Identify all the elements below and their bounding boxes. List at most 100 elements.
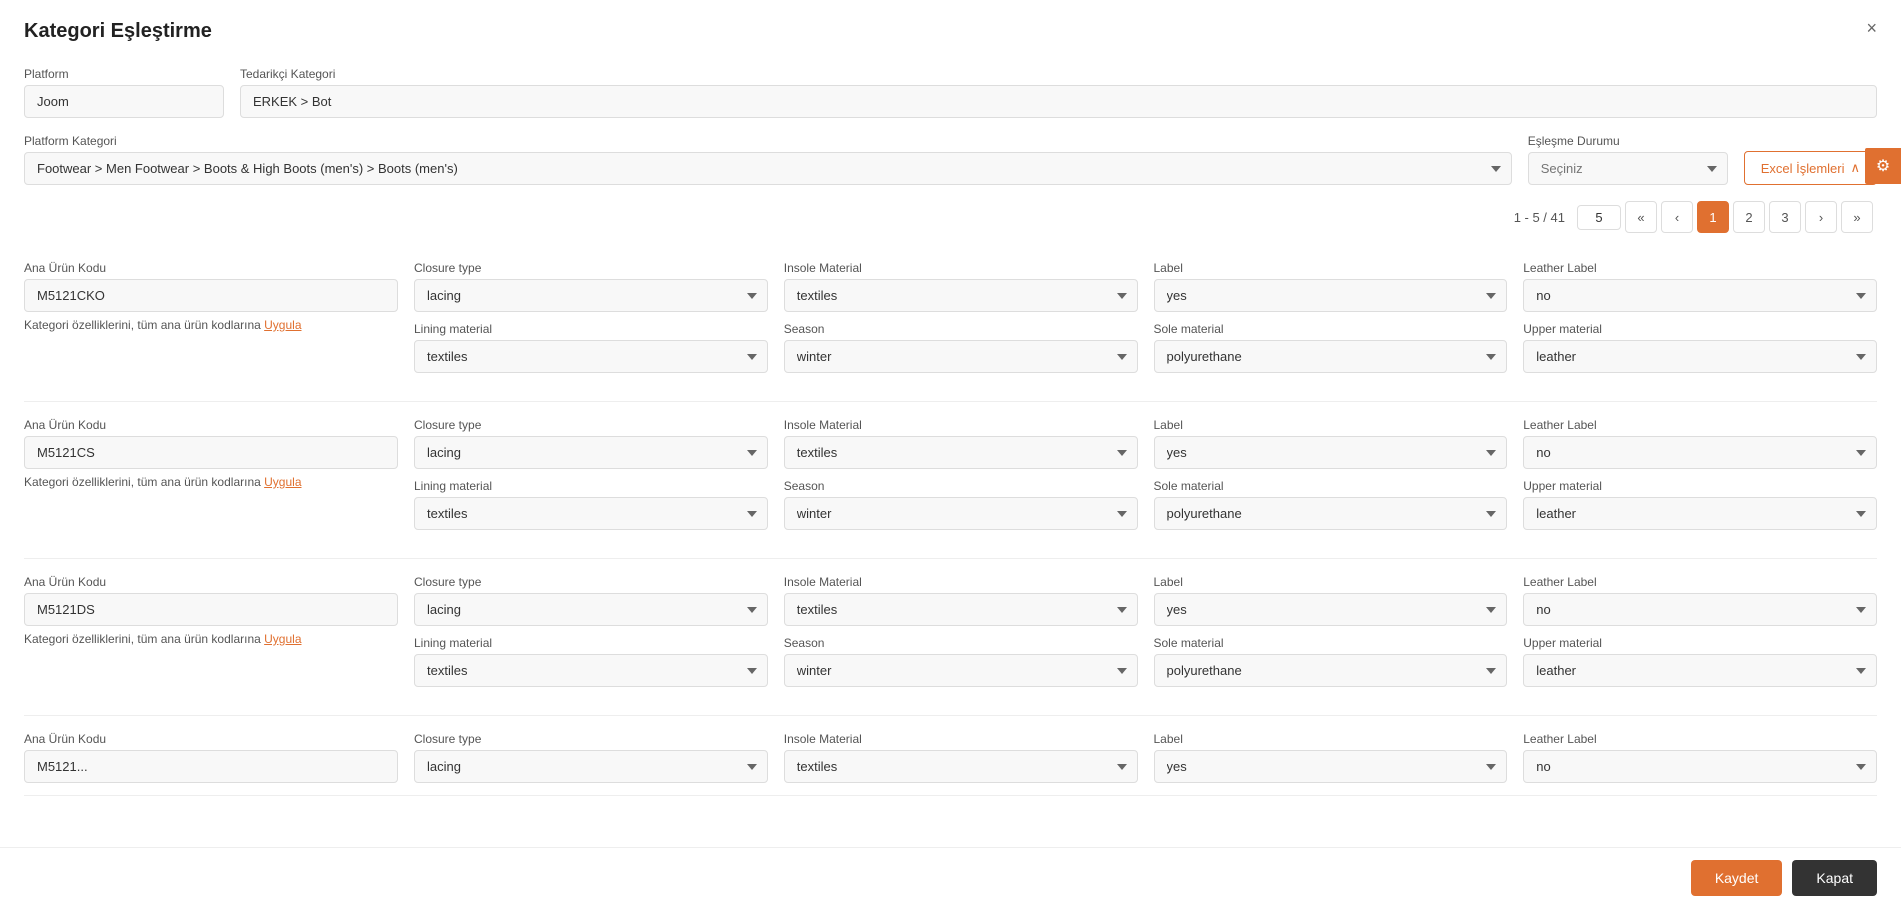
lining-material-select-0[interactable]: textiles bbox=[414, 340, 768, 373]
field-label-0: Label yes bbox=[1154, 261, 1508, 312]
product-code-input-0[interactable] bbox=[24, 279, 398, 312]
closure-type-select-0[interactable]: lacing bbox=[414, 279, 768, 312]
leather-label-select-2[interactable]: no bbox=[1523, 593, 1877, 626]
field-lining-material-2: Lining material textiles bbox=[414, 636, 768, 687]
season-select-1[interactable]: winter bbox=[784, 497, 1138, 530]
sole-material-label-0: Sole material bbox=[1154, 322, 1508, 336]
kapat-button[interactable]: Kapat bbox=[1792, 860, 1877, 896]
field-season-1: Season winter bbox=[784, 479, 1138, 530]
product-fields-3: Closure type lacing Insole Material text… bbox=[414, 732, 1877, 783]
leather-label-select-1[interactable]: no bbox=[1523, 436, 1877, 469]
kaydet-button[interactable]: Kaydet bbox=[1691, 860, 1783, 896]
product-fields-0: Closure type lacing Insole Material text… bbox=[414, 261, 1877, 373]
lining-material-select-2[interactable]: textiles bbox=[414, 654, 768, 687]
closure-type-select-2[interactable]: lacing bbox=[414, 593, 768, 626]
product-row-1: Ana Ürün Kodu Kategori özelliklerini, tü… bbox=[24, 402, 1877, 559]
pagination-info: 1 - 5 / 41 bbox=[1514, 210, 1565, 225]
insole-material-label-1: Insole Material bbox=[784, 418, 1138, 432]
product-header-3: Ana Ürün Kodu Closure type lacing Insole… bbox=[24, 732, 1877, 783]
apply-link-btn-1[interactable]: Uygula bbox=[264, 475, 301, 489]
modal-container: × Kategori Eşleştirme Platform Tedarikçi… bbox=[0, 0, 1901, 908]
field-leather-label-2: Leather Label no bbox=[1523, 575, 1877, 626]
closure-type-select-1[interactable]: lacing bbox=[414, 436, 768, 469]
apply-link-btn-2[interactable]: Uygula bbox=[264, 632, 301, 646]
excel-chevron-icon: ∧ bbox=[1850, 160, 1860, 176]
label-select-1[interactable]: yes bbox=[1154, 436, 1508, 469]
esleme-durumu-input[interactable] bbox=[1528, 152, 1728, 185]
season-select-0[interactable]: winter bbox=[784, 340, 1138, 373]
season-select-2[interactable]: winter bbox=[784, 654, 1138, 687]
tedarikci-input[interactable] bbox=[240, 85, 1877, 118]
closure-type-label-2: Closure type bbox=[414, 575, 768, 589]
field-upper-material-1: Upper material leather bbox=[1523, 479, 1877, 530]
insole-material-select-3[interactable]: textiles bbox=[784, 750, 1138, 783]
page-3-button[interactable]: 3 bbox=[1769, 201, 1801, 233]
closure-type-label-3: Closure type bbox=[414, 732, 768, 746]
product-left-0: Ana Ürün Kodu Kategori özelliklerini, tü… bbox=[24, 261, 414, 332]
settings-button[interactable]: ⚙ bbox=[1865, 148, 1901, 184]
close-icon-button[interactable]: × bbox=[1866, 18, 1877, 39]
next-page-button[interactable]: › bbox=[1805, 201, 1837, 233]
leather-label-select-3[interactable]: no bbox=[1523, 750, 1877, 783]
field-leather-label-1: Leather Label no bbox=[1523, 418, 1877, 469]
tedarikci-group: Tedarikçi Kategori bbox=[240, 67, 1877, 118]
prev-page-button[interactable]: ‹ bbox=[1661, 201, 1693, 233]
pagination-row: 1 - 5 / 41 « ‹ 1 2 3 › » bbox=[24, 201, 1877, 233]
leather-label-select-0[interactable]: no bbox=[1523, 279, 1877, 312]
page-2-button[interactable]: 2 bbox=[1733, 201, 1765, 233]
excel-btn-container: Excel İşlemleri ∧ bbox=[1744, 151, 1877, 185]
field-lining-material-0: Lining material textiles bbox=[414, 322, 768, 373]
esleme-durumu-group: Eşleşme Durumu bbox=[1528, 134, 1728, 185]
season-label-0: Season bbox=[784, 322, 1138, 336]
insole-material-select-0[interactable]: textiles bbox=[784, 279, 1138, 312]
platform-kategori-group: Platform Kategori Footwear > Men Footwea… bbox=[24, 134, 1512, 185]
season-label-2: Season bbox=[784, 636, 1138, 650]
sole-material-select-2[interactable]: polyurethane bbox=[1154, 654, 1508, 687]
upper-material-select-0[interactable]: leather bbox=[1523, 340, 1877, 373]
field-sole-material-1: Sole material polyurethane bbox=[1154, 479, 1508, 530]
closure-type-select-3[interactable]: lacing bbox=[414, 750, 768, 783]
product-code-input-2[interactable] bbox=[24, 593, 398, 626]
platform-input[interactable] bbox=[24, 85, 224, 118]
upper-material-label-0: Upper material bbox=[1523, 322, 1877, 336]
field-insole-material-1: Insole Material textiles bbox=[784, 418, 1138, 469]
leather-label-label-3: Leather Label bbox=[1523, 732, 1877, 746]
field-closure-type-0: Closure type lacing bbox=[414, 261, 768, 312]
field-leather-label-3: Leather Label no bbox=[1523, 732, 1877, 783]
label-select-2[interactable]: yes bbox=[1154, 593, 1508, 626]
product-code-label-1: Ana Ürün Kodu bbox=[24, 418, 398, 432]
first-page-button[interactable]: « bbox=[1625, 201, 1657, 233]
insole-material-select-2[interactable]: textiles bbox=[784, 593, 1138, 626]
sole-material-select-1[interactable]: polyurethane bbox=[1154, 497, 1508, 530]
insole-material-label-2: Insole Material bbox=[784, 575, 1138, 589]
page-1-button[interactable]: 1 bbox=[1697, 201, 1729, 233]
product-code-input-3[interactable] bbox=[24, 750, 398, 783]
label-label-1: Label bbox=[1154, 418, 1508, 432]
page-size-input[interactable] bbox=[1577, 205, 1621, 230]
platform-label: Platform bbox=[24, 67, 224, 81]
upper-material-select-2[interactable]: leather bbox=[1523, 654, 1877, 687]
label-label-3: Label bbox=[1154, 732, 1508, 746]
sole-material-select-0[interactable]: polyurethane bbox=[1154, 340, 1508, 373]
upper-material-select-1[interactable]: leather bbox=[1523, 497, 1877, 530]
product-header-0: Ana Ürün Kodu Kategori özelliklerini, tü… bbox=[24, 261, 1877, 373]
field-label-3: Label yes bbox=[1154, 732, 1508, 783]
apply-link-btn-0[interactable]: Uygula bbox=[264, 318, 301, 332]
upper-material-label-2: Upper material bbox=[1523, 636, 1877, 650]
field-upper-material-0: Upper material leather bbox=[1523, 322, 1877, 373]
excel-islemleri-button[interactable]: Excel İşlemleri ∧ bbox=[1744, 151, 1877, 185]
field-sole-material-2: Sole material polyurethane bbox=[1154, 636, 1508, 687]
insole-material-select-1[interactable]: textiles bbox=[784, 436, 1138, 469]
upper-material-label-1: Upper material bbox=[1523, 479, 1877, 493]
label-select-3[interactable]: yes bbox=[1154, 750, 1508, 783]
label-select-0[interactable]: yes bbox=[1154, 279, 1508, 312]
last-page-button[interactable]: » bbox=[1841, 201, 1873, 233]
product-code-input-1[interactable] bbox=[24, 436, 398, 469]
lining-material-select-1[interactable]: textiles bbox=[414, 497, 768, 530]
products-list: Ana Ürün Kodu Kategori özelliklerini, tü… bbox=[24, 245, 1877, 866]
closure-type-label-1: Closure type bbox=[414, 418, 768, 432]
field-upper-material-2: Upper material leather bbox=[1523, 636, 1877, 687]
platform-kategori-select[interactable]: Footwear > Men Footwear > Boots & High B… bbox=[24, 152, 1512, 185]
product-left-3: Ana Ürün Kodu bbox=[24, 732, 414, 783]
field-insole-material-0: Insole Material textiles bbox=[784, 261, 1138, 312]
